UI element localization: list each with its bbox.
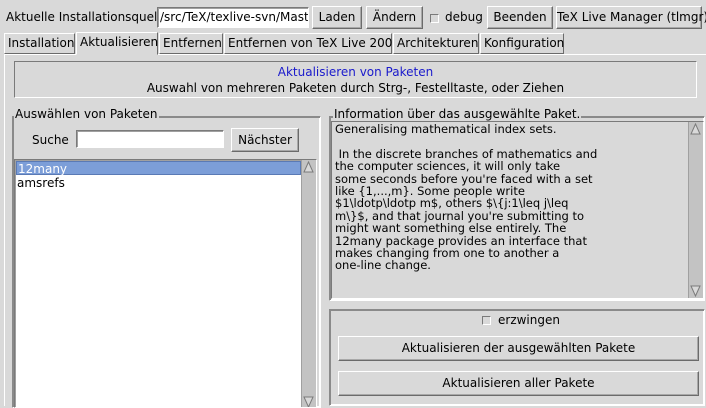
tlmgr-title-button[interactable]: TeX Live Manager (tlmgr) bbox=[556, 6, 706, 29]
select-frame-label: Auswählen von Paketen bbox=[14, 107, 159, 121]
package-list-scrollbar[interactable] bbox=[301, 160, 316, 408]
scroll-up-arrow-icon[interactable] bbox=[690, 123, 701, 135]
debug-checkbox[interactable] bbox=[430, 14, 439, 23]
header-box: Aktualisieren von Paketen Auswahl von me… bbox=[14, 61, 697, 98]
package-description: Generalising mathematical index sets. In… bbox=[335, 122, 598, 273]
tab-architekturen[interactable]: Architekturen bbox=[393, 33, 479, 54]
description-scrollbar[interactable] bbox=[688, 122, 703, 298]
page-subtitle: Auswahl von mehreren Paketen durch Strg-… bbox=[146, 81, 565, 95]
package-description-box[interactable]: Generalising mathematical index sets. In… bbox=[331, 121, 704, 299]
update-selected-button[interactable]: Aktualisieren der ausgewählten Pakete bbox=[338, 336, 699, 361]
next-button[interactable]: Nächster bbox=[231, 128, 299, 152]
list-item[interactable]: 12many bbox=[16, 161, 301, 176]
load-button[interactable]: Laden bbox=[312, 6, 362, 29]
tab-entfernen[interactable]: Entfernen bbox=[159, 33, 223, 54]
tab-installation[interactable]: Installation bbox=[4, 33, 75, 54]
source-label: Aktuelle Installationsquelle bbox=[6, 10, 169, 24]
tab-entfernen-2008[interactable]: Entfernen von TeX Live 2008 bbox=[224, 33, 400, 54]
scroll-up-arrow-icon[interactable] bbox=[303, 161, 314, 173]
package-list[interactable]: 12many amsrefs bbox=[14, 159, 317, 408]
change-button[interactable]: Ändern bbox=[366, 6, 423, 29]
scroll-down-arrow-icon[interactable] bbox=[690, 285, 701, 297]
force-checkbox[interactable] bbox=[482, 316, 491, 325]
force-label: erzwingen bbox=[498, 313, 560, 327]
source-field[interactable]: /src/TeX/texlive-svn/Master bbox=[157, 7, 309, 28]
tab-aktualisieren[interactable]: Aktualisieren bbox=[76, 32, 158, 55]
tab-konfiguration[interactable]: Konfiguration bbox=[480, 33, 564, 54]
page-title: Aktualisieren von Paketen bbox=[277, 65, 434, 79]
update-all-button[interactable]: Aktualisieren aller Pakete bbox=[338, 371, 699, 396]
search-input[interactable] bbox=[76, 130, 224, 148]
source-value: /src/TeX/texlive-svn/Master bbox=[160, 10, 309, 24]
list-item[interactable]: amsrefs bbox=[16, 176, 301, 190]
info-frame-label: Information über das ausgewählte Paket. bbox=[333, 107, 582, 121]
scroll-down-arrow-icon[interactable] bbox=[303, 396, 314, 408]
debug-label: debug bbox=[445, 10, 483, 24]
search-label: Suche bbox=[32, 133, 69, 147]
quit-button[interactable]: Beenden bbox=[487, 6, 553, 29]
